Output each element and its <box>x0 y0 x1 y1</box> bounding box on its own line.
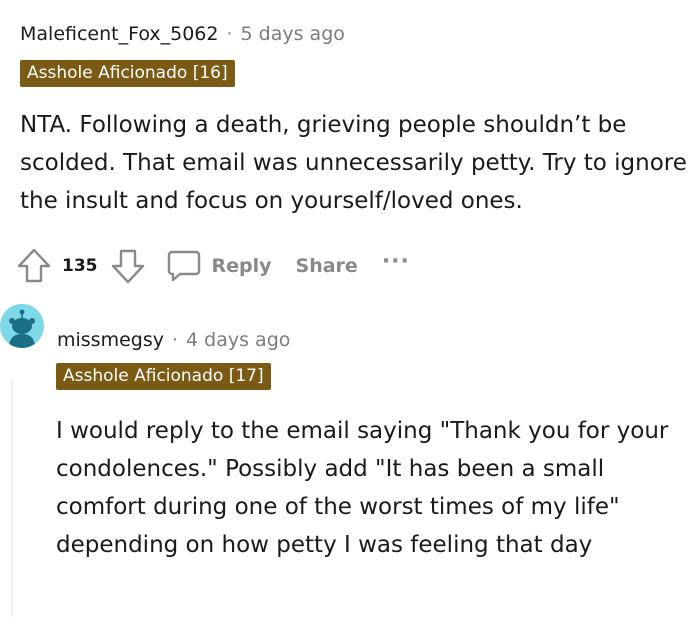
meta-separator: · <box>172 329 179 351</box>
comment-meta: Maleficent_Fox_5062 · 5 days ago <box>20 20 345 48</box>
share-label: Share <box>295 255 358 277</box>
downvote-icon[interactable] <box>110 247 146 285</box>
comment-body: NTA. Following a death, grieving people … <box>20 112 687 214</box>
user-flair: Asshole Aficionado [16] <box>20 60 235 87</box>
timestamp-link[interactable]: 4 days ago <box>186 329 290 351</box>
timestamp-link[interactable]: 5 days ago <box>241 23 345 45</box>
username-link[interactable]: Maleficent_Fox_5062 <box>20 23 219 45</box>
comment-actions: 135 Reply Share ··· <box>16 246 410 286</box>
more-options-icon[interactable]: ··· <box>382 249 410 274</box>
speech-bubble-icon <box>166 248 202 284</box>
comment-meta: missmegsy · 4 days ago <box>57 326 290 354</box>
upvote-icon[interactable] <box>16 247 52 285</box>
user-flair: Asshole Aficionado [17] <box>56 363 271 390</box>
comment-body: I would reply to the email saying "Thank… <box>56 418 669 558</box>
meta-separator: · <box>226 23 233 45</box>
username-link[interactable]: missmegsy <box>57 329 164 351</box>
thread-collapse-line[interactable] <box>11 380 13 617</box>
share-button[interactable]: Share <box>296 255 358 277</box>
vote-count: 135 <box>62 256 98 276</box>
reply-button[interactable]: Reply <box>166 248 272 284</box>
reply-label: Reply <box>211 255 272 277</box>
snoo-avatar[interactable] <box>0 304 44 348</box>
